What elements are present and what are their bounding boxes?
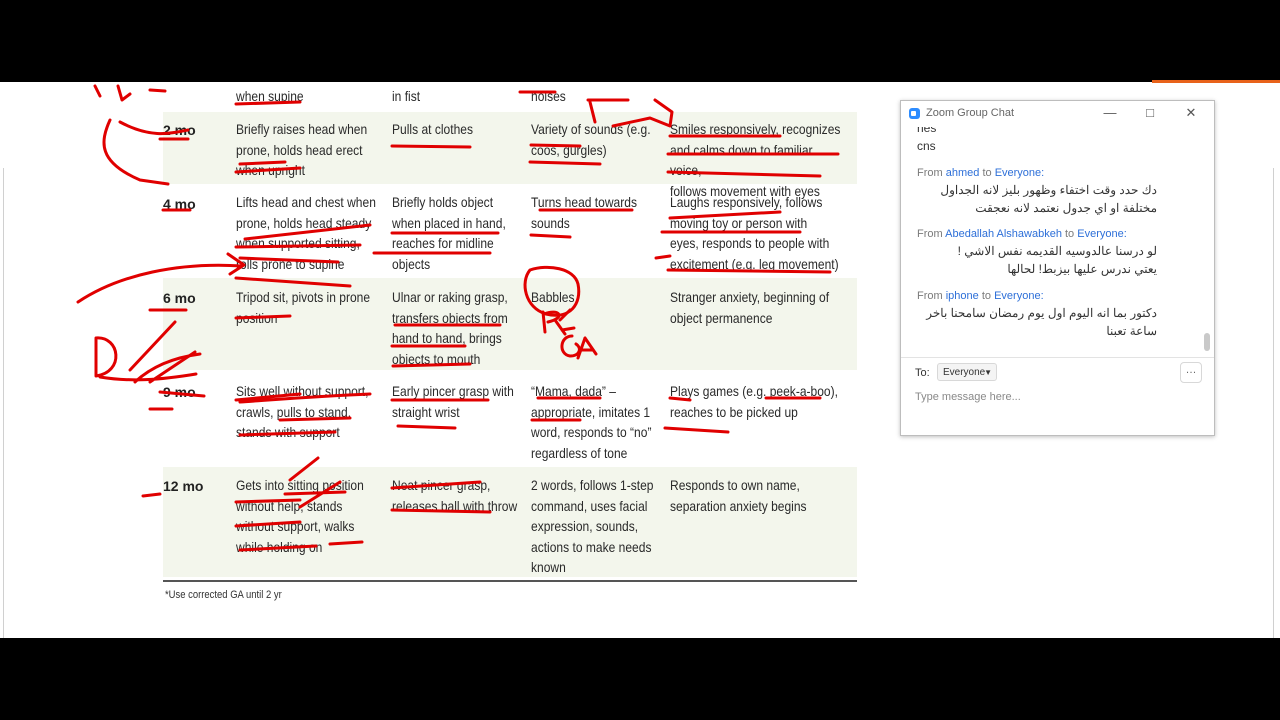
chat-message-header: From iphone to Everyone:	[917, 290, 1044, 302]
cell-gross-motor: Briefly raises head when prone, holds he…	[236, 121, 368, 178]
from-label: From	[917, 290, 943, 302]
chat-scrollbar-thumb[interactable]	[1204, 333, 1210, 351]
cell-language: Turns head towards sounds	[531, 194, 637, 231]
age-label: 12 mo	[163, 478, 204, 494]
zoom-logo-icon	[909, 108, 920, 119]
sender-name[interactable]: iphone	[946, 290, 979, 302]
chat-message-list[interactable]: nes cns From ahmed to Everyone: دك حدد و…	[901, 127, 1214, 357]
milestone-table: when supine in fist noises 2 mo Briefly …	[0, 82, 880, 638]
cell-social: Stranger anxiety, beginning of object pe…	[670, 289, 830, 326]
cell-fine-motor: in fist	[392, 88, 421, 104]
recipient-dropdown[interactable]: Everyone ▼	[937, 363, 997, 381]
table-footnote: *Use corrected GA until 2 yr	[165, 589, 282, 601]
screen-right-border	[1273, 168, 1274, 638]
cell-language: Variety of sounds (e.g. coos, gurgles)	[531, 121, 651, 158]
age-label: 6 mo	[163, 290, 196, 306]
chat-titlebar[interactable]: Zoom Group Chat — □ ✕	[901, 101, 1214, 127]
cell-fine-motor: Pulls at clothes	[392, 121, 473, 137]
chat-message: cns	[917, 139, 936, 153]
cell-fine-motor: Ulnar or raking grasp, transfers objects…	[392, 289, 508, 367]
cell-language: 2 words, follows 1-step command, uses fa…	[531, 477, 654, 575]
cell-gross-motor: when supine	[236, 88, 304, 104]
recipient-name[interactable]: Everyone:	[995, 167, 1045, 179]
sender-name[interactable]: Abedallah Alshawabkeh	[945, 228, 1062, 240]
cell-social: Smiles responsively, recognizes and calm…	[670, 121, 841, 199]
minimize-button[interactable]: —	[1100, 104, 1120, 122]
to-label: To:	[915, 367, 930, 379]
cell-fine-motor: Neat pincer grasp, releases ball with th…	[392, 477, 518, 514]
to-word: to	[1065, 228, 1075, 240]
chat-message-text: دكتور بما انه اليوم اول يوم رمضان سامحنا…	[926, 306, 1157, 338]
cell-fine-motor: Briefly holds object when placed in hand…	[392, 194, 506, 272]
age-label: 2 mo	[163, 122, 196, 138]
chat-message-text: دك حدد وقت اختفاء وظهور بليز لانه الجداو…	[940, 183, 1157, 215]
cell-language: Babbles	[531, 289, 575, 305]
window-accent-line	[1152, 80, 1280, 83]
age-label: 9 mo	[163, 384, 196, 400]
recipient-name[interactable]: Everyone:	[994, 290, 1044, 302]
to-word: to	[982, 167, 992, 179]
chat-scrollbar[interactable]	[1204, 127, 1210, 357]
recipient-name[interactable]: Everyone:	[1077, 228, 1127, 240]
chat-window-title: Zoom Group Chat	[926, 107, 1015, 119]
from-label: From	[917, 167, 943, 179]
cell-gross-motor: Gets into sitting position without help,…	[236, 477, 364, 555]
from-label: From	[917, 228, 943, 240]
chevron-down-icon: ▼	[984, 368, 992, 377]
table-bottom-rule	[163, 580, 857, 582]
cell-language: noises	[531, 88, 566, 104]
to-word: to	[981, 290, 992, 302]
chat-message-cut-off: nes	[917, 127, 937, 135]
chat-message-text: لو درسنا عالدوسيه القديمه نفس الاشي ! يع…	[957, 244, 1157, 276]
cell-gross-motor: Tripod sit, pivots in prone position	[236, 289, 371, 326]
cell-social: Responds to own name, separation anxiety…	[670, 477, 807, 514]
chat-divider	[901, 357, 1214, 358]
cell-social: Plays games (e.g. peek-a-boo), reaches t…	[670, 383, 838, 420]
message-input[interactable]	[915, 387, 1195, 407]
more-options-button[interactable]: …	[1180, 362, 1202, 383]
chat-message-header: From ahmed to Everyone:	[917, 167, 1044, 179]
zoom-group-chat-window: Zoom Group Chat — □ ✕ nes cns From ahmed…	[900, 100, 1215, 436]
close-button[interactable]: ✕	[1181, 104, 1201, 122]
cell-gross-motor: Sits well without support, crawls, pulls…	[236, 383, 369, 440]
cell-fine-motor: Early pincer grasp with straight wrist	[392, 383, 514, 420]
cell-gross-motor: Lifts head and chest when prone, holds h…	[236, 194, 376, 272]
age-label: 4 mo	[163, 196, 196, 212]
maximize-button[interactable]: □	[1140, 104, 1160, 122]
recipient-dropdown-value: Everyone	[943, 367, 986, 378]
sender-name[interactable]: ahmed	[946, 167, 980, 179]
cell-social: Laughs responsively, follows moving toy …	[670, 194, 839, 272]
chat-message-header: From Abedallah Alshawabkeh to Everyone:	[917, 228, 1127, 240]
cell-language: “Mama, dada” – appropriate, imitates 1 w…	[531, 383, 652, 461]
